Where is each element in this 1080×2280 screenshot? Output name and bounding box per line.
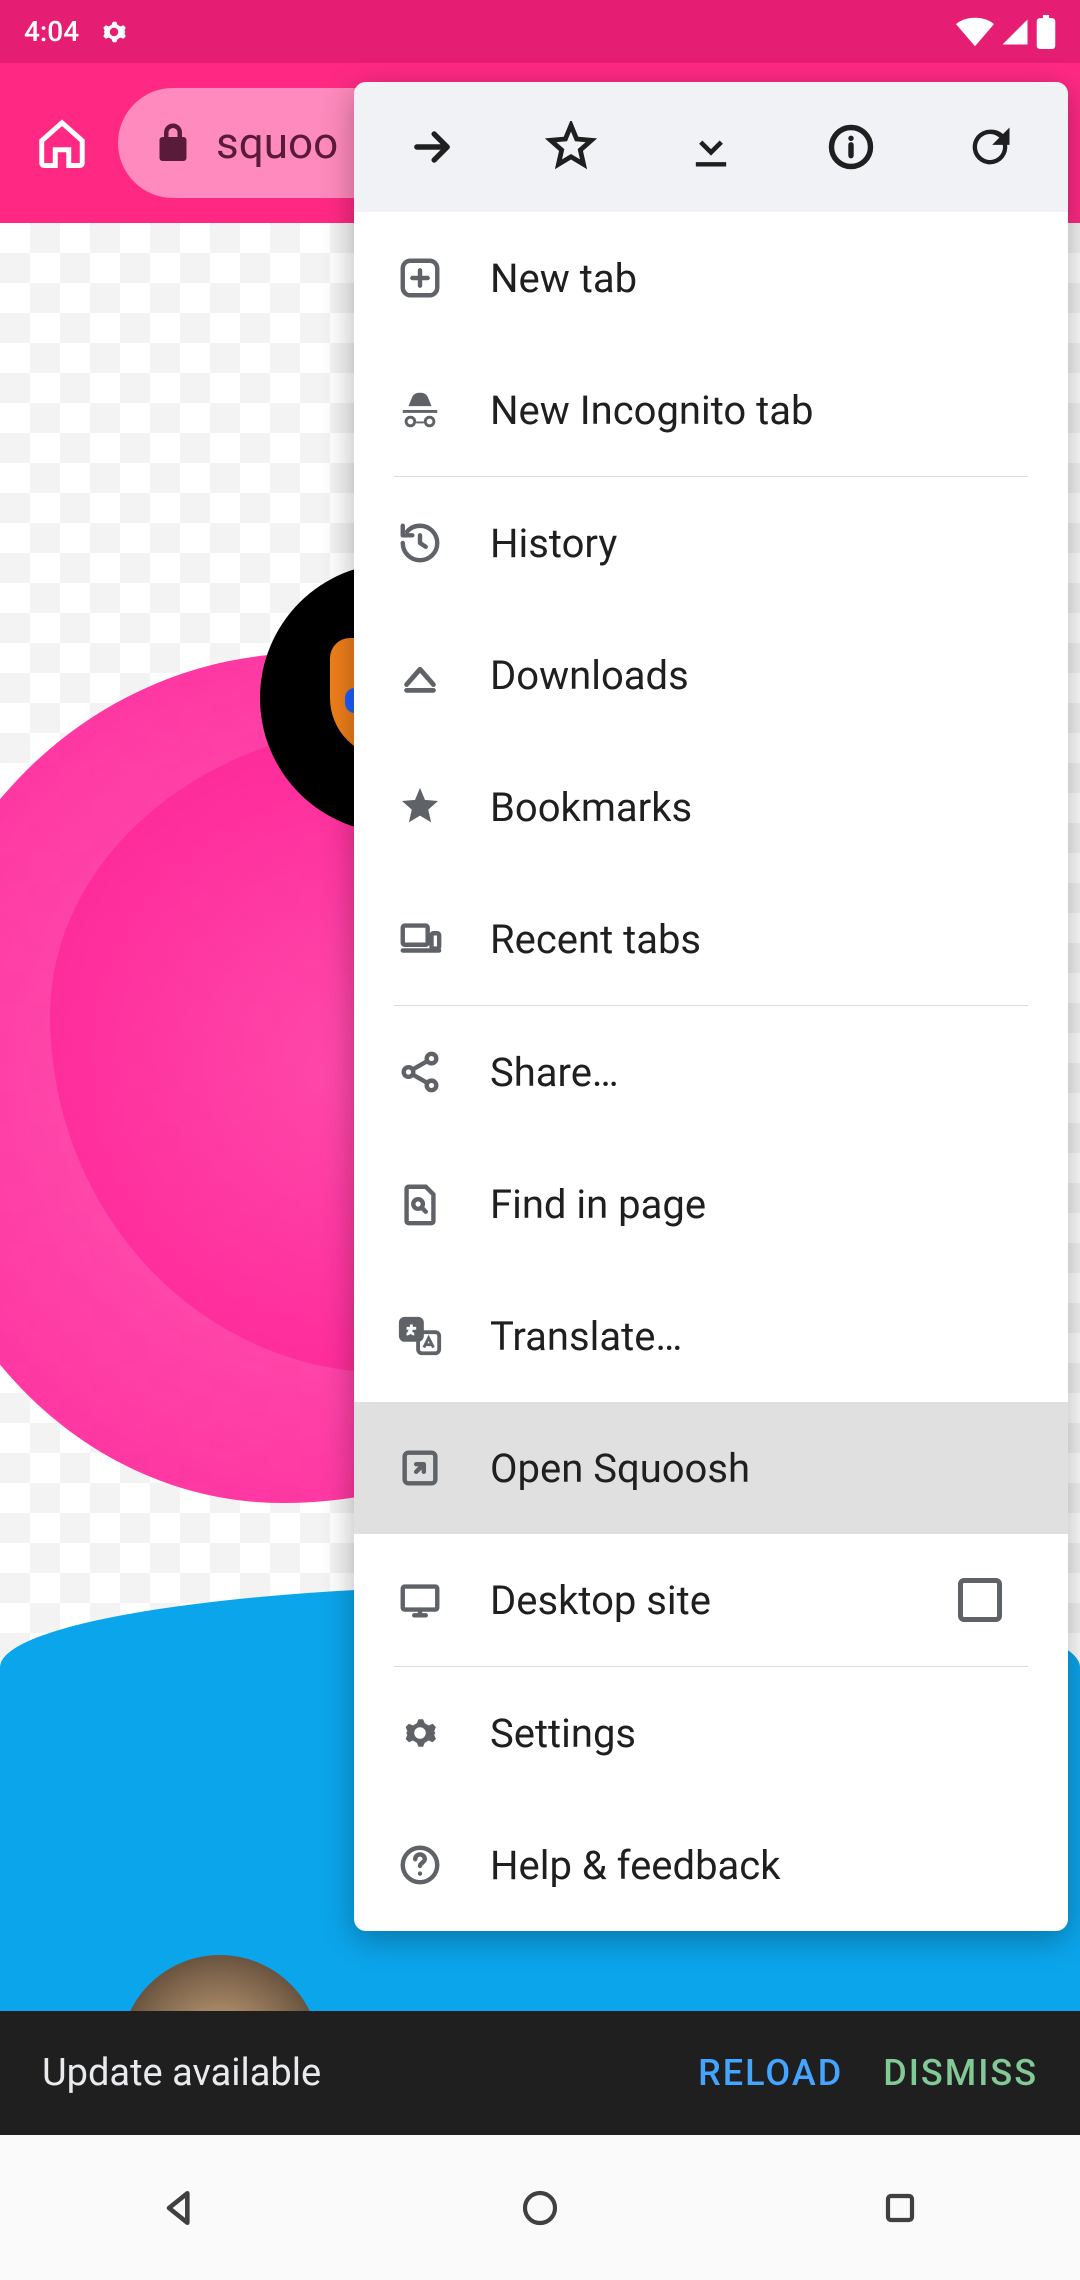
settings-gear-icon — [97, 15, 131, 49]
menu-history[interactable]: History — [354, 477, 1068, 609]
find-icon — [396, 1180, 444, 1228]
menu-incognito[interactable]: New Incognito tab — [354, 344, 1068, 476]
menu-item-label: New Incognito tab — [490, 387, 813, 434]
history-icon — [396, 519, 444, 567]
update-snackbar: Update available RELOAD DISMISS — [0, 2011, 1080, 2135]
status-time: 4:04 — [24, 15, 79, 48]
bookmark-button[interactable] — [506, 97, 636, 197]
menu-item-label: History — [490, 520, 617, 567]
menu-item-label: Bookmarks — [490, 784, 692, 831]
menu-help[interactable]: Help & feedback — [354, 1799, 1068, 1931]
translate-icon — [396, 1312, 444, 1360]
snackbar-reload-button[interactable]: RELOAD — [698, 2052, 843, 2094]
menu-share[interactable]: Share… — [354, 1006, 1068, 1138]
status-bar: 4:04 — [0, 0, 1080, 63]
menu-recent-tabs[interactable]: Recent tabs — [354, 873, 1068, 1005]
bookmarks-icon — [396, 783, 444, 831]
menu-item-label: Settings — [490, 1710, 636, 1757]
desktop-icon — [396, 1576, 444, 1624]
menu-item-label: New tab — [490, 255, 637, 302]
menu-item-label: Downloads — [490, 652, 689, 699]
recent-tabs-icon — [396, 915, 444, 963]
menu-item-label: Desktop site — [490, 1577, 711, 1624]
menu-top-actions — [354, 82, 1068, 212]
snackbar-message: Update available — [42, 2051, 658, 2095]
url-text: squoo — [216, 117, 338, 169]
battery-icon — [1036, 15, 1056, 49]
reload-button[interactable] — [925, 97, 1055, 197]
downloads-icon — [396, 651, 444, 699]
menu-open-app[interactable]: Open Squoosh — [354, 1402, 1068, 1534]
menu-find-in-page[interactable]: Find in page — [354, 1138, 1068, 1270]
menu-item-label: Find in page — [490, 1181, 706, 1228]
info-button[interactable] — [786, 97, 916, 197]
nav-bar — [0, 2135, 1080, 2280]
menu-downloads[interactable]: Downloads — [354, 609, 1068, 741]
menu-settings[interactable]: Settings — [354, 1667, 1068, 1799]
incognito-icon — [396, 386, 444, 434]
home-button[interactable] — [30, 111, 94, 175]
menu-desktop-site[interactable]: Desktop site — [354, 1534, 1068, 1666]
menu-translate[interactable]: Translate… — [354, 1270, 1068, 1402]
browser-menu: New tab New Incognito tab History Downlo… — [354, 82, 1068, 1931]
menu-item-label: Help & feedback — [490, 1842, 781, 1889]
download-button[interactable] — [646, 97, 776, 197]
help-icon — [396, 1841, 444, 1889]
nav-recents-button[interactable] — [840, 2168, 960, 2248]
new-tab-icon — [396, 254, 444, 302]
menu-item-label: Share… — [490, 1049, 619, 1096]
share-icon — [396, 1048, 444, 1096]
menu-new-tab[interactable]: New tab — [354, 212, 1068, 344]
forward-button[interactable] — [367, 97, 497, 197]
nav-home-button[interactable] — [480, 2168, 600, 2248]
menu-item-label: Recent tabs — [490, 916, 701, 963]
snackbar-dismiss-button[interactable]: DISMISS — [883, 2052, 1038, 2094]
menu-item-label: Open Squoosh — [490, 1445, 750, 1492]
settings-icon — [396, 1709, 444, 1757]
menu-bookmarks[interactable]: Bookmarks — [354, 741, 1068, 873]
open-app-icon — [396, 1444, 444, 1492]
desktop-site-checkbox[interactable] — [958, 1578, 1002, 1622]
menu-item-label: Translate… — [490, 1313, 682, 1360]
wifi-icon — [956, 17, 994, 47]
lock-icon — [154, 122, 192, 164]
nav-back-button[interactable] — [120, 2168, 240, 2248]
cell-signal-icon — [1000, 17, 1030, 47]
